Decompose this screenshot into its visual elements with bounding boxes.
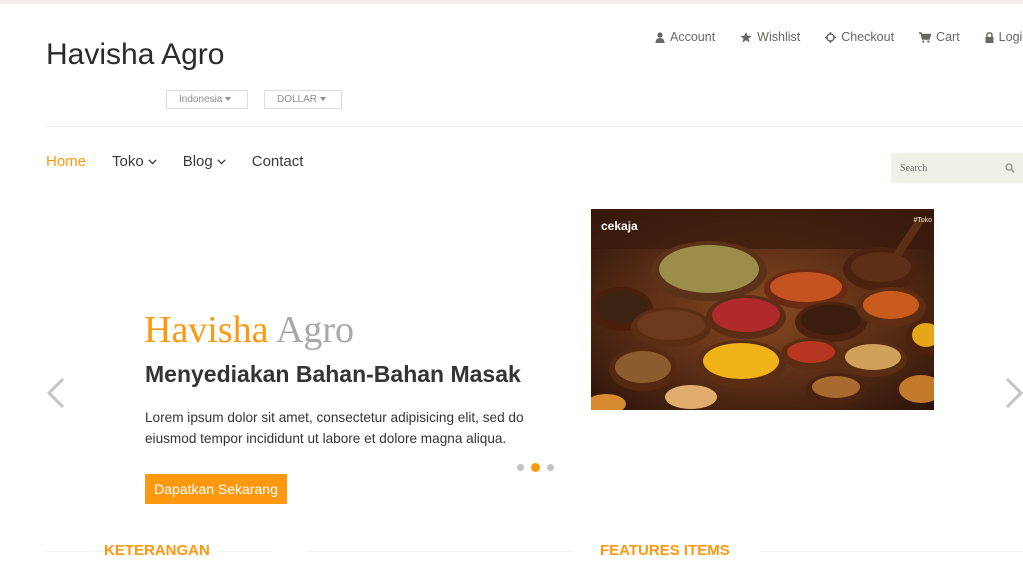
slide-image-spices: cekaja #Toko [591, 209, 934, 410]
nav-toko-label: Toko [112, 153, 144, 170]
wishlist-label: Wishlist [757, 30, 801, 44]
slide-heading: Menyediakan Bahan-Bahan Masak [145, 361, 521, 387]
caret-down-icon [225, 97, 232, 102]
shopping-cart-icon [919, 31, 932, 43]
slider-indicator-active[interactable] [531, 463, 540, 472]
slider-indicator[interactable] [517, 464, 524, 471]
slide-brand-title: Havisha Agro [144, 308, 354, 352]
slider-prev-arrow-icon[interactable] [46, 377, 66, 409]
brand-word-2: Agro [275, 309, 355, 351]
image-tag: #Toko [913, 217, 932, 224]
nav-contact[interactable]: Contact [252, 153, 304, 170]
top-strip [0, 0, 1023, 4]
nav-home[interactable]: Home [46, 153, 86, 170]
image-watermark: cekaja [601, 219, 638, 233]
star-icon [740, 31, 752, 43]
keterangan-title: KETERANGAN [104, 542, 210, 559]
brand-word-1: Havisha [144, 309, 269, 351]
checkout-link[interactable]: Checkout [825, 30, 894, 44]
lock-icon [985, 31, 994, 43]
main-nav: Home Toko Blog Contact [46, 153, 329, 170]
search-box[interactable]: Search [891, 153, 1023, 183]
user-icon [655, 31, 665, 43]
slider-next-arrow-icon[interactable] [1004, 377, 1023, 409]
nav-contact-label: Contact [251, 153, 304, 170]
site-logo[interactable]: Havisha Agro [46, 38, 224, 72]
slider-indicator[interactable] [547, 464, 554, 471]
features-items-title: FEATURES ITEMS [600, 542, 730, 559]
account-link[interactable]: Account [655, 30, 715, 44]
section-line [308, 551, 572, 552]
section-line [218, 551, 272, 552]
section-line [760, 551, 1023, 552]
caret-down-icon [320, 97, 327, 102]
country-label: Indonesia [179, 94, 223, 105]
nav-toko[interactable]: Toko [112, 153, 157, 170]
login-link[interactable]: Login [985, 30, 1023, 44]
country-selector[interactable]: Indonesia [166, 90, 248, 109]
crosshairs-icon [825, 31, 837, 43]
get-now-button[interactable]: Dapatkan Sekarang [145, 474, 287, 504]
cart-link[interactable]: Cart [919, 30, 960, 44]
chevron-down-icon [217, 158, 226, 165]
currency-selector[interactable]: DOLLAR [264, 90, 342, 109]
checkout-label: Checkout [841, 30, 895, 44]
nav-blog-label: Blog [182, 153, 213, 170]
header-divider [46, 126, 1023, 127]
slide-description: Lorem ipsum dolor sit amet, consectetur … [145, 410, 524, 446]
chevron-down-icon [148, 158, 157, 165]
search-icon[interactable] [1005, 163, 1015, 173]
shop-menu: Account Wishlist Checkout Cart Login [655, 30, 1023, 44]
nav-blog[interactable]: Blog [183, 153, 226, 170]
nav-home-label: Home [46, 153, 87, 170]
slider-indicators [517, 463, 561, 472]
cart-label: Cart [936, 30, 960, 44]
section-line [46, 551, 104, 552]
search-input[interactable]: Search [900, 163, 927, 174]
spices-photo [591, 209, 934, 410]
account-label: Account [670, 30, 716, 44]
wishlist-link[interactable]: Wishlist [740, 30, 800, 44]
currency-label: DOLLAR [277, 94, 318, 105]
login-label: Login [998, 30, 1023, 44]
